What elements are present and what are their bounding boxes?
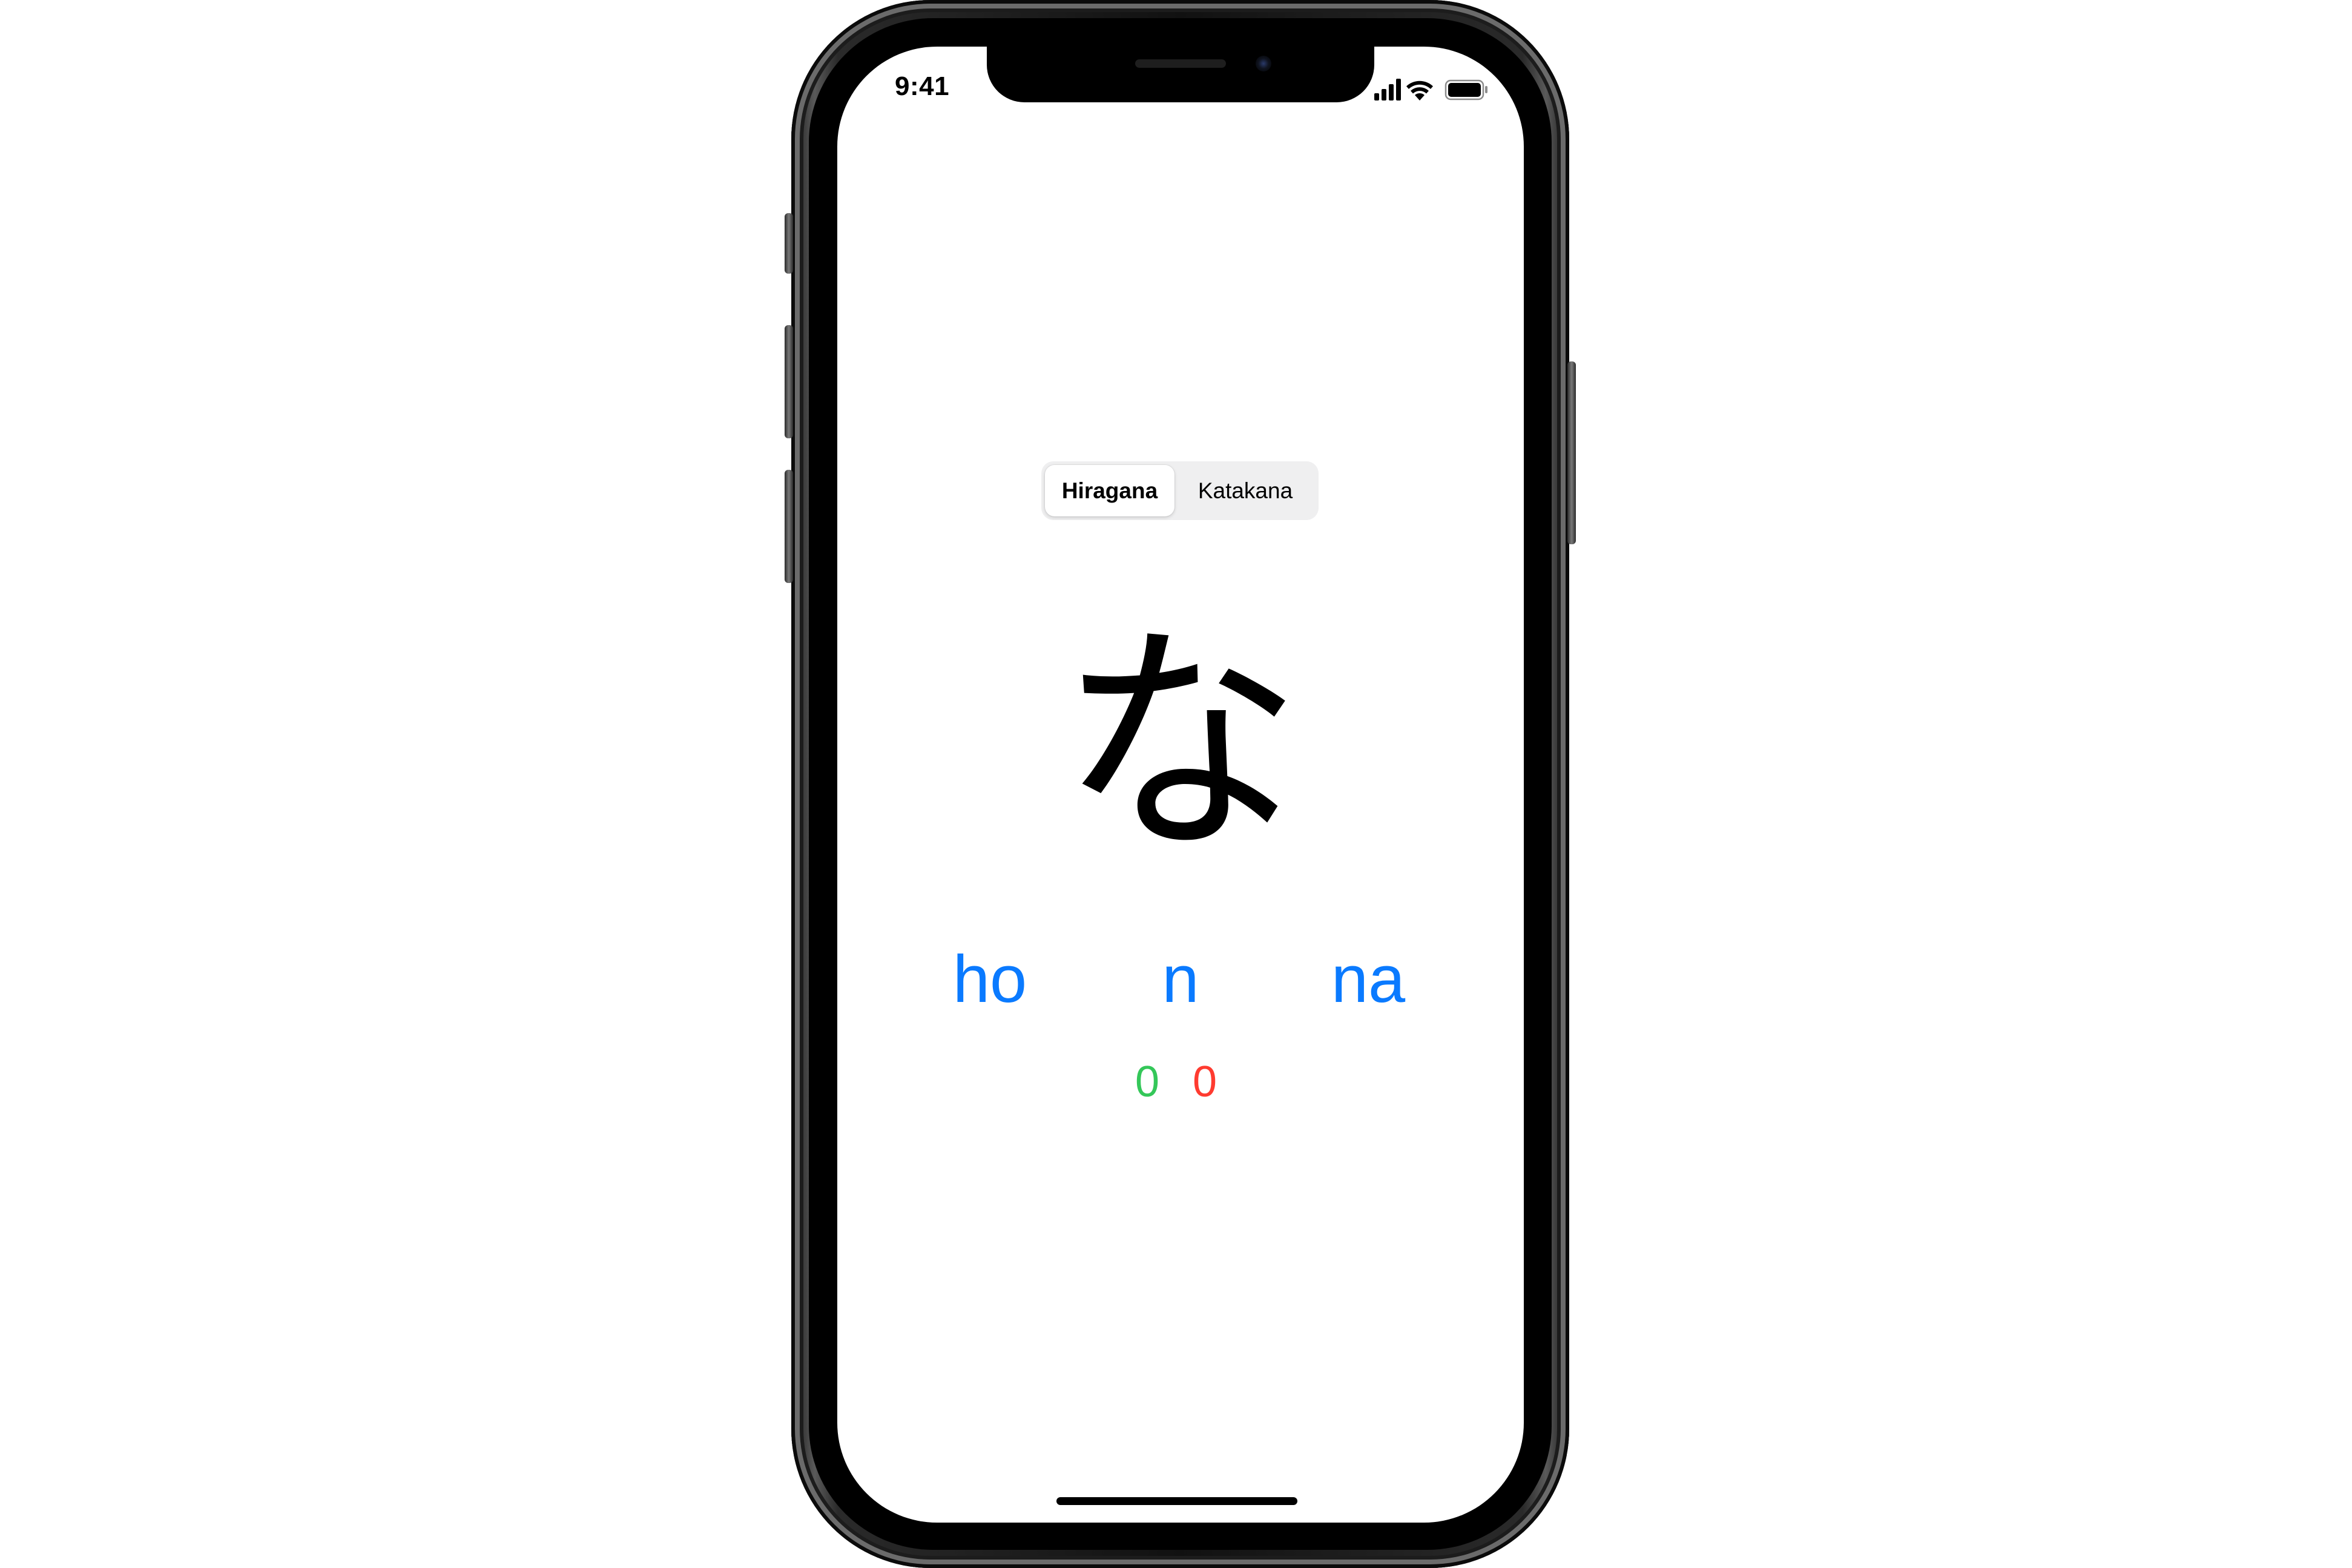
- notch: [987, 47, 1374, 102]
- status-time: 9:41: [895, 71, 950, 101]
- wifi-icon: [1406, 81, 1433, 100]
- script-segmented-control: Hiragana Katakana: [1041, 461, 1319, 520]
- cellular-signal-icon: [1374, 79, 1401, 100]
- volume-up-button: [785, 325, 793, 438]
- kana-character: な: [1059, 604, 1302, 885]
- segment-katakana[interactable]: Katakana: [1176, 461, 1315, 520]
- volume-down-button: [785, 470, 793, 583]
- status-icons: [1374, 77, 1495, 102]
- stage: 9:41 Hiragana Katakana な ho n na 0 0: [0, 0, 2352, 1568]
- correct-count: 0: [1135, 1058, 1160, 1106]
- answer-choice-button[interactable]: ho: [920, 937, 1059, 1022]
- side-button: [1567, 361, 1576, 544]
- segment-hiragana[interactable]: Hiragana: [1045, 465, 1174, 516]
- silent-switch: [785, 213, 793, 274]
- earpiece-speaker: [1135, 59, 1226, 68]
- home-indicator[interactable]: [1056, 1497, 1297, 1505]
- front-camera: [1256, 56, 1271, 71]
- wrong-count: 0: [1192, 1058, 1217, 1106]
- answer-choice-button[interactable]: n: [1117, 937, 1244, 1022]
- answer-choice-button[interactable]: na: [1299, 937, 1438, 1022]
- battery-icon: [1444, 79, 1487, 100]
